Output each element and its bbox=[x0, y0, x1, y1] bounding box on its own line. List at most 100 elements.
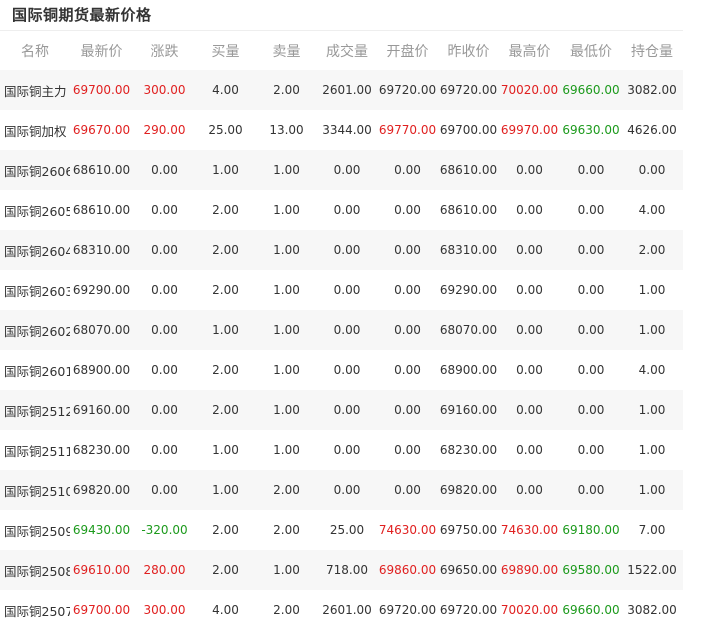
prev-close-cell: 69750.00 bbox=[439, 523, 498, 537]
page-title: 国际铜期货最新价格 bbox=[12, 6, 152, 24]
open-price-cell: 69860.00 bbox=[378, 563, 437, 577]
last-price-cell: 69430.00 bbox=[72, 523, 131, 537]
volume-cell: 718.00 bbox=[326, 563, 368, 577]
low-price-cell: 69660.00 bbox=[562, 603, 620, 617]
col-header-high: 最高价 bbox=[508, 43, 551, 60]
contract-name-cell[interactable]: 国际铜2512 bbox=[0, 390, 70, 430]
contract-name-cell[interactable]: 国际铜2604 bbox=[0, 230, 70, 270]
col-header-open-interest: 持仓量 bbox=[631, 43, 673, 60]
open-interest-cell: 1.00 bbox=[638, 283, 666, 297]
contract-name-cell[interactable]: 国际铜2509 bbox=[0, 510, 70, 550]
change-cell: 0.00 bbox=[151, 203, 178, 217]
col-header-bid-volume: 买量 bbox=[211, 43, 240, 60]
high-price-cell: 0.00 bbox=[516, 363, 543, 377]
open-interest-cell: 3082.00 bbox=[627, 603, 677, 617]
table-row[interactable]: 国际铜2509 69430.00 -320.00 2.00 2.00 25.00 74630… bbox=[0, 510, 683, 550]
col-header-last-price: 最新价 bbox=[80, 43, 123, 60]
table-row[interactable]: 国际铜2606 68610.00 0.00 1.00 1.00 0.00 0.00 68610… bbox=[0, 150, 683, 190]
ask-volume-cell: 2.00 bbox=[273, 603, 300, 617]
open-price-cell: 0.00 bbox=[394, 203, 421, 217]
open-price-cell: 69720.00 bbox=[378, 83, 437, 97]
low-price-cell: 69580.00 bbox=[562, 563, 620, 577]
change-cell: 0.00 bbox=[151, 283, 178, 297]
open-price-cell: 0.00 bbox=[394, 323, 421, 337]
contract-name-cell[interactable]: 国际铜2605 bbox=[0, 190, 70, 230]
open-interest-cell: 0.00 bbox=[638, 163, 666, 177]
contract-name-cell[interactable]: 国际铜2507 bbox=[0, 590, 70, 630]
high-price-cell: 0.00 bbox=[516, 443, 543, 457]
ask-volume-cell: 13.00 bbox=[269, 123, 304, 137]
ask-volume-cell: 1.00 bbox=[273, 243, 300, 257]
volume-cell: 0.00 bbox=[333, 243, 361, 257]
contract-name-cell[interactable]: 国际铜主力 bbox=[0, 70, 70, 110]
volume-cell: 0.00 bbox=[333, 323, 361, 337]
ask-volume-cell: 1.00 bbox=[273, 563, 300, 577]
table-row[interactable]: 国际铜2604 68310.00 0.00 2.00 1.00 0.00 0.00 68310… bbox=[0, 230, 683, 270]
table-row[interactable]: 国际铜主力 69700.00 300.00 4.00 2.00 2601.00 69720.… bbox=[0, 70, 683, 110]
change-cell: 300.00 bbox=[143, 603, 186, 617]
table-row[interactable]: 国际铜2601 68900.00 0.00 2.00 1.00 0.00 0.00 68900… bbox=[0, 350, 683, 390]
volume-cell: 0.00 bbox=[333, 203, 361, 217]
high-price-cell: 0.00 bbox=[516, 203, 543, 217]
table-row[interactable]: 国际铜2603 69290.00 0.00 2.00 1.00 0.00 0.00 69290… bbox=[0, 270, 683, 310]
low-price-cell: 0.00 bbox=[577, 203, 605, 217]
table-row[interactable]: 国际铜2507 69700.00 300.00 4.00 2.00 2601.00 6972… bbox=[0, 590, 683, 630]
contract-name-cell[interactable]: 国际铜2510 bbox=[0, 470, 70, 510]
table-row[interactable]: 国际铜加权 69670.00 290.00 25.00 13.00 3344.00 6977… bbox=[0, 110, 683, 150]
contract-name-cell[interactable]: 国际铜2511 bbox=[0, 430, 70, 470]
prev-close-cell: 69720.00 bbox=[439, 83, 498, 97]
contract-name-cell[interactable]: 国际铜2602 bbox=[0, 310, 70, 350]
contract-name-cell[interactable]: 国际铜2606 bbox=[0, 150, 70, 190]
change-cell: 300.00 bbox=[143, 83, 186, 97]
table-row[interactable]: 国际铜2602 68070.00 0.00 1.00 1.00 0.00 0.00 68070… bbox=[0, 310, 683, 350]
low-price-cell: 0.00 bbox=[577, 323, 605, 337]
contract-name-cell[interactable]: 国际铜2601 bbox=[0, 350, 70, 390]
table-body: 国际铜主力 69700.00 300.00 4.00 2.00 2601.00 69720.… bbox=[0, 70, 683, 630]
col-header-volume: 成交量 bbox=[326, 43, 368, 60]
change-cell: 0.00 bbox=[151, 403, 178, 417]
volume-cell: 2601.00 bbox=[322, 603, 372, 617]
high-price-cell: 0.00 bbox=[516, 283, 543, 297]
prev-close-cell: 69160.00 bbox=[439, 403, 498, 417]
ask-volume-cell: 1.00 bbox=[273, 283, 300, 297]
high-price-cell: 0.00 bbox=[516, 483, 543, 497]
contract-name-cell[interactable]: 国际铜加权 bbox=[0, 110, 70, 150]
header-row: 名称 最新价 涨跌 买量 卖量 成交量 开盘价 昨收价 最高价 最低价 持仓量 bbox=[0, 31, 683, 70]
ask-volume-cell: 1.00 bbox=[273, 403, 300, 417]
volume-cell: 3344.00 bbox=[322, 123, 372, 137]
table-row[interactable]: 国际铜2510 69820.00 0.00 1.00 2.00 0.00 0.00 69820… bbox=[0, 470, 683, 510]
prev-close-cell: 68070.00 bbox=[439, 323, 498, 337]
open-interest-cell: 1.00 bbox=[638, 323, 666, 337]
volume-cell: 2601.00 bbox=[322, 83, 372, 97]
table-row[interactable]: 国际铜2512 69160.00 0.00 2.00 1.00 0.00 0.00 69160… bbox=[0, 390, 683, 430]
bid-volume-cell: 4.00 bbox=[212, 603, 239, 617]
last-price-cell: 68900.00 bbox=[72, 363, 131, 377]
open-price-cell: 0.00 bbox=[394, 163, 421, 177]
prev-close-cell: 69650.00 bbox=[439, 563, 498, 577]
volume-cell: 0.00 bbox=[333, 283, 361, 297]
high-price-cell: 70020.00 bbox=[500, 603, 559, 617]
low-price-cell: 0.00 bbox=[577, 363, 605, 377]
price-table: 名称 最新价 涨跌 买量 卖量 成交量 开盘价 昨收价 最高价 最低价 持仓量 … bbox=[0, 31, 683, 630]
last-price-cell: 69160.00 bbox=[72, 403, 131, 417]
ask-volume-cell: 1.00 bbox=[273, 363, 300, 377]
contract-name-cell[interactable]: 国际铜2603 bbox=[0, 270, 70, 310]
table-row[interactable]: 国际铜2605 68610.00 0.00 2.00 1.00 0.00 0.00 68610… bbox=[0, 190, 683, 230]
contract-name-cell[interactable]: 国际铜2508 bbox=[0, 550, 70, 590]
volume-cell: 25.00 bbox=[329, 523, 365, 537]
high-price-cell: 0.00 bbox=[516, 163, 543, 177]
open-price-cell: 0.00 bbox=[394, 443, 421, 457]
open-interest-cell: 1522.00 bbox=[627, 563, 677, 577]
col-header-change: 涨跌 bbox=[150, 43, 179, 60]
bid-volume-cell: 2.00 bbox=[212, 203, 239, 217]
table-row[interactable]: 国际铜2508 69610.00 280.00 2.00 1.00 718.00 69860… bbox=[0, 550, 683, 590]
ask-volume-cell: 2.00 bbox=[273, 83, 300, 97]
open-interest-cell: 4.00 bbox=[638, 363, 666, 377]
prev-close-cell: 69700.00 bbox=[439, 123, 498, 137]
high-price-cell: 74630.00 bbox=[500, 523, 559, 537]
low-price-cell: 69630.00 bbox=[562, 123, 620, 137]
last-price-cell: 69700.00 bbox=[72, 603, 131, 617]
last-price-cell: 69820.00 bbox=[72, 483, 131, 497]
table-row[interactable]: 国际铜2511 68230.00 0.00 1.00 1.00 0.00 0.00 68230… bbox=[0, 430, 683, 470]
open-price-cell: 69720.00 bbox=[378, 603, 437, 617]
